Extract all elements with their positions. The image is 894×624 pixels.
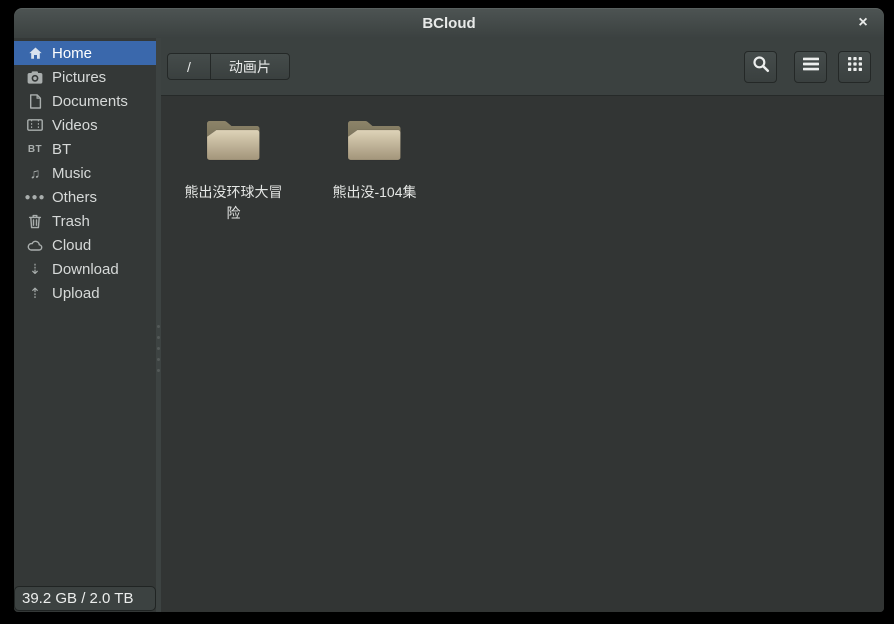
folder-name: 熊出没环球大冒险 [182, 182, 286, 224]
folder-icon [205, 115, 262, 167]
sidebar-item-pictures[interactable]: Pictures [14, 65, 156, 89]
toolbar: /动画片 [161, 38, 884, 96]
list-icon [803, 57, 819, 76]
breadcrumb: /动画片 [167, 53, 290, 80]
search-button[interactable] [744, 51, 777, 83]
trash-icon [26, 213, 44, 229]
sidebar-item-videos[interactable]: Videos [14, 113, 156, 137]
cloud-icon [26, 237, 44, 253]
ellipsis-icon: ●●● [26, 189, 44, 205]
sidebar: Home Pictures Documents Videos BT BT ♫ M… [14, 38, 156, 612]
pane-resize-handle[interactable] [156, 38, 161, 612]
window-body: Home Pictures Documents Videos BT BT ♫ M… [14, 38, 884, 612]
upload-arrow-icon: ⇡ [26, 285, 44, 301]
sidebar-item-home[interactable]: Home [14, 41, 156, 65]
sidebar-item-trash[interactable]: Trash [14, 209, 156, 233]
grid-icon [848, 57, 862, 76]
folder-item[interactable]: 熊出没-104集 [304, 115, 445, 203]
film-icon [26, 117, 44, 133]
sidebar-item-upload[interactable]: ⇡ Upload [14, 281, 156, 305]
camera-icon [26, 69, 44, 85]
folder-icon [346, 115, 403, 167]
desktop-background: BCloud × Home Pictures Documents Videos … [0, 0, 894, 624]
grid-view-button[interactable] [838, 51, 871, 83]
sidebar-item-music[interactable]: ♫ Music [14, 161, 156, 185]
titlebar[interactable]: BCloud × [14, 8, 884, 39]
music-note-icon: ♫ [26, 165, 44, 181]
app-window: BCloud × Home Pictures Documents Videos … [14, 8, 884, 612]
sidebar-item-documents[interactable]: Documents [14, 89, 156, 113]
breadcrumb-root-button[interactable]: / [167, 53, 211, 80]
window-title: BCloud [422, 15, 475, 32]
download-arrow-icon: ⇣ [26, 261, 44, 277]
close-icon[interactable]: × [850, 8, 876, 38]
folder-name: 熊出没-104集 [332, 182, 416, 203]
main-pane: /动画片 [161, 38, 884, 612]
sidebar-item-cloud[interactable]: Cloud [14, 233, 156, 257]
file-grid: 熊出没环球大冒险 熊出没-104集 [161, 96, 884, 612]
folder-item[interactable]: 熊出没环球大冒险 [163, 115, 304, 224]
breadcrumb-dir-button[interactable]: 动画片 [210, 53, 290, 80]
storage-usage-badge: 39.2 GB / 2.0 TB [14, 586, 156, 611]
grip-dots-icon [157, 325, 160, 372]
search-icon [752, 55, 770, 78]
list-view-button[interactable] [794, 51, 827, 83]
sidebar-item-download[interactable]: ⇣ Download [14, 257, 156, 281]
sidebar-item-others[interactable]: ●●● Others [14, 185, 156, 209]
document-icon [26, 93, 44, 109]
bt-icon: BT [26, 141, 44, 157]
home-icon [26, 45, 44, 61]
sidebar-item-bt[interactable]: BT BT [14, 137, 156, 161]
